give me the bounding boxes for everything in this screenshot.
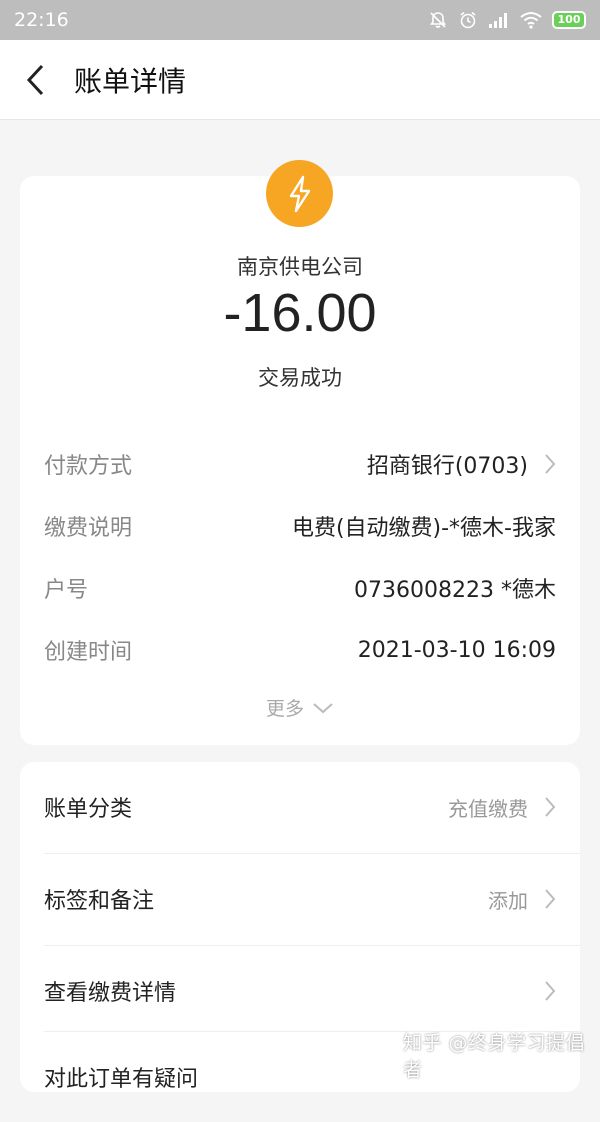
wifi-icon xyxy=(520,12,542,29)
action-row-category[interactable]: 账单分类 充值缴费 xyxy=(44,762,556,852)
chevron-right-icon xyxy=(545,454,556,474)
detail-row-created-time: 创建时间 2021-03-10 16:09 xyxy=(44,630,556,670)
bill-summary-card: 南京供电公司 -16.00 交易成功 付款方式 招商银行(0703) 缴费说明 … xyxy=(20,160,580,745)
back-button[interactable] xyxy=(0,40,72,120)
merchant-avatar xyxy=(266,160,333,227)
more-button[interactable]: 更多 xyxy=(20,694,580,721)
transaction-status: 交易成功 xyxy=(258,366,342,390)
merchant-name: 南京供电公司 xyxy=(237,255,363,279)
lightning-icon xyxy=(289,175,310,212)
signal-icon xyxy=(489,13,507,28)
chevron-right-icon xyxy=(545,981,556,1001)
action-label: 对此订单有疑问 xyxy=(44,1067,199,1092)
action-label: 标签和备注 xyxy=(44,889,155,914)
action-value: 添加 xyxy=(488,888,528,913)
page-title: 账单详情 xyxy=(74,64,187,98)
chevron-right-icon xyxy=(545,889,556,909)
detail-label: 创建时间 xyxy=(44,640,133,665)
alarm-icon xyxy=(460,11,476,29)
status-icons: 100 xyxy=(428,10,586,30)
action-row-tags-notes[interactable]: 标签和备注 添加 xyxy=(44,854,556,944)
chevron-down-icon xyxy=(313,702,333,713)
nav-bar: 账单详情 xyxy=(0,40,600,120)
action-label: 账单分类 xyxy=(44,797,133,822)
detail-label: 付款方式 xyxy=(44,454,133,479)
detail-label: 缴费说明 xyxy=(44,516,133,541)
detail-value: 电费(自动缴费)-*德木-我家 xyxy=(291,516,556,541)
detail-row-payment-note: 缴费说明 电费(自动缴费)-*德木-我家 xyxy=(44,506,556,546)
detail-value: 0736008223 *德木 xyxy=(354,578,556,603)
watermark: 知乎 @终身学习提倡者 xyxy=(403,1032,586,1081)
action-row-payment-details[interactable]: 查看缴费详情 xyxy=(44,946,556,1036)
detail-row-account-number: 户号 0736008223 *德木 xyxy=(44,568,556,608)
bell-off-icon xyxy=(429,12,447,28)
action-label: 查看缴费详情 xyxy=(44,981,177,1006)
detail-row-payment-method[interactable]: 付款方式 招商银行(0703) xyxy=(44,444,556,484)
action-value: 充值缴费 xyxy=(448,796,528,821)
detail-value: 2021-03-10 16:09 xyxy=(357,637,556,663)
battery-indicator: 100 xyxy=(552,11,586,29)
bill-amount: -16.00 xyxy=(223,283,377,343)
more-label: 更多 xyxy=(265,698,304,720)
chevron-right-icon xyxy=(545,797,556,817)
status-time: 22:16 xyxy=(14,9,69,31)
chevron-left-icon xyxy=(26,64,44,95)
detail-value: 招商银行(0703) xyxy=(366,454,528,479)
status-bar: 22:16 100 xyxy=(0,0,600,40)
detail-label: 户号 xyxy=(44,578,89,603)
